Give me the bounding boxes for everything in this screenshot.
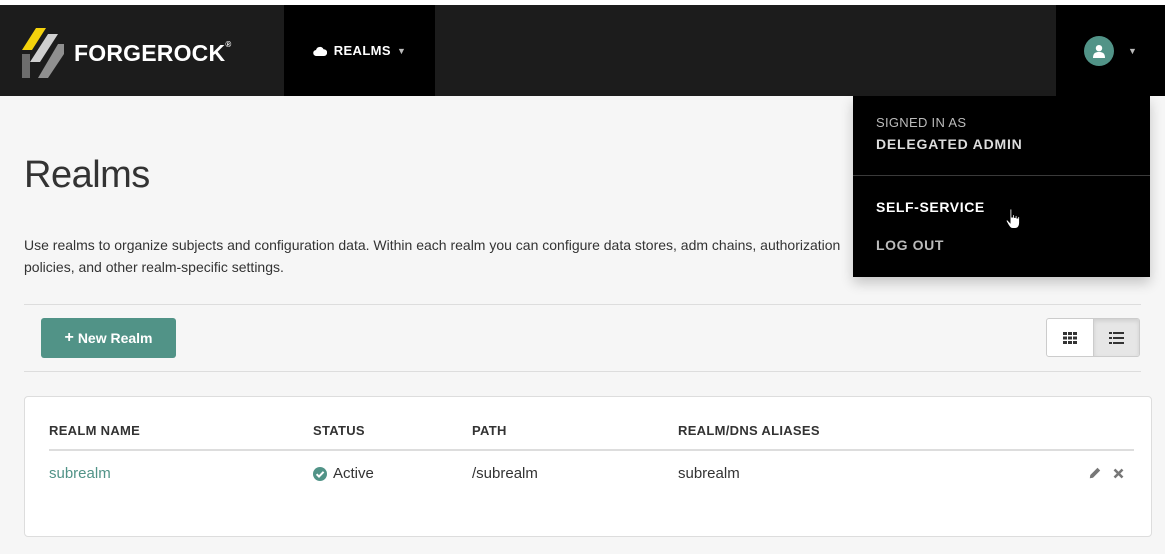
list-view-button[interactable] [1092, 319, 1139, 356]
page-description: Use realms to organize subjects and conf… [24, 237, 841, 275]
grid-view-button[interactable] [1047, 319, 1093, 356]
realms-menu-label: REALMS [333, 43, 391, 58]
user-dropdown-menu: SIGNED IN AS DELEGATED ADMIN SELF-SERVIC… [853, 96, 1150, 277]
hand-pointer-icon [1005, 208, 1023, 235]
user-icon [1093, 44, 1106, 58]
plus-icon: + [64, 329, 74, 346]
top-navbar: FORGEROCK® REALMS ▼ ▼ [0, 5, 1165, 96]
column-header-status[interactable]: STATUS [313, 423, 365, 438]
divider [24, 371, 1141, 372]
column-header-aliases[interactable]: REALM/DNS ALIASES [678, 423, 820, 438]
column-header-realm-name[interactable]: REALM NAME [49, 423, 140, 438]
chevron-down-icon: ▼ [1128, 45, 1137, 56]
realms-menu[interactable]: REALMS ▼ [284, 5, 435, 96]
new-realm-button-label: New Realm [77, 330, 153, 346]
realm-path: /subrealm [472, 465, 538, 482]
table-header: REALM NAME STATUS PATH REALM/DNS ALIASES [49, 423, 1134, 451]
close-icon[interactable] [1113, 468, 1124, 479]
status-badge: Active [313, 465, 374, 482]
signed-in-label: SIGNED IN AS [876, 115, 967, 130]
realms-table-panel: REALM NAME STATUS PATH REALM/DNS ALIASES… [24, 396, 1152, 537]
column-header-path[interactable]: PATH [472, 423, 507, 438]
self-service-menu-item[interactable]: SELF-SERVICE [876, 199, 985, 215]
pencil-icon[interactable] [1089, 467, 1101, 479]
list-icon [1108, 331, 1124, 344]
realm-name-link[interactable]: subrealm [49, 465, 111, 482]
divider [24, 304, 1141, 305]
page-title: Realms [24, 154, 150, 196]
divider [853, 175, 1150, 176]
avatar [1084, 35, 1115, 66]
grid-icon [1062, 331, 1077, 344]
forgerock-logo-icon [22, 28, 64, 78]
view-toggle [1046, 318, 1140, 357]
new-realm-button[interactable]: + New Realm [41, 318, 176, 358]
signed-in-info: SIGNED IN AS DELEGATED ADMIN [876, 115, 1023, 152]
chevron-down-icon: ▼ [396, 45, 407, 56]
cloud-icon [312, 46, 327, 56]
check-circle-icon [313, 466, 327, 481]
realm-aliases: subrealm [678, 465, 740, 482]
status-text: Active [333, 465, 374, 482]
table-row[interactable]: subrealm Active /subrealm subrealm [49, 465, 1134, 489]
brand-name: FORGEROCK® [74, 39, 232, 66]
row-actions [1089, 467, 1124, 479]
user-menu-toggle[interactable]: ▼ [1056, 5, 1165, 96]
log-out-menu-item[interactable]: LOG OUT [876, 237, 944, 253]
brand-logo[interactable]: FORGEROCK® [22, 28, 231, 78]
signed-in-user: DELEGATED ADMIN [876, 136, 1023, 152]
